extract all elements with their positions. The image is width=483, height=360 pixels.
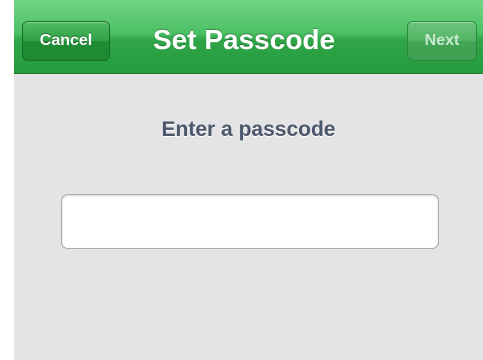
passcode-input[interactable] [61, 194, 439, 249]
set-passcode-screen: Cancel Set Passcode Next Enter a passcod… [14, 0, 483, 360]
cancel-button[interactable]: Cancel [22, 21, 110, 61]
passcode-prompt: Enter a passcode [161, 118, 336, 141]
next-button[interactable]: Next [407, 21, 477, 61]
page-title: Set Passcode [153, 24, 336, 55]
navigation-bar: Cancel Set Passcode Next [14, 0, 483, 74]
